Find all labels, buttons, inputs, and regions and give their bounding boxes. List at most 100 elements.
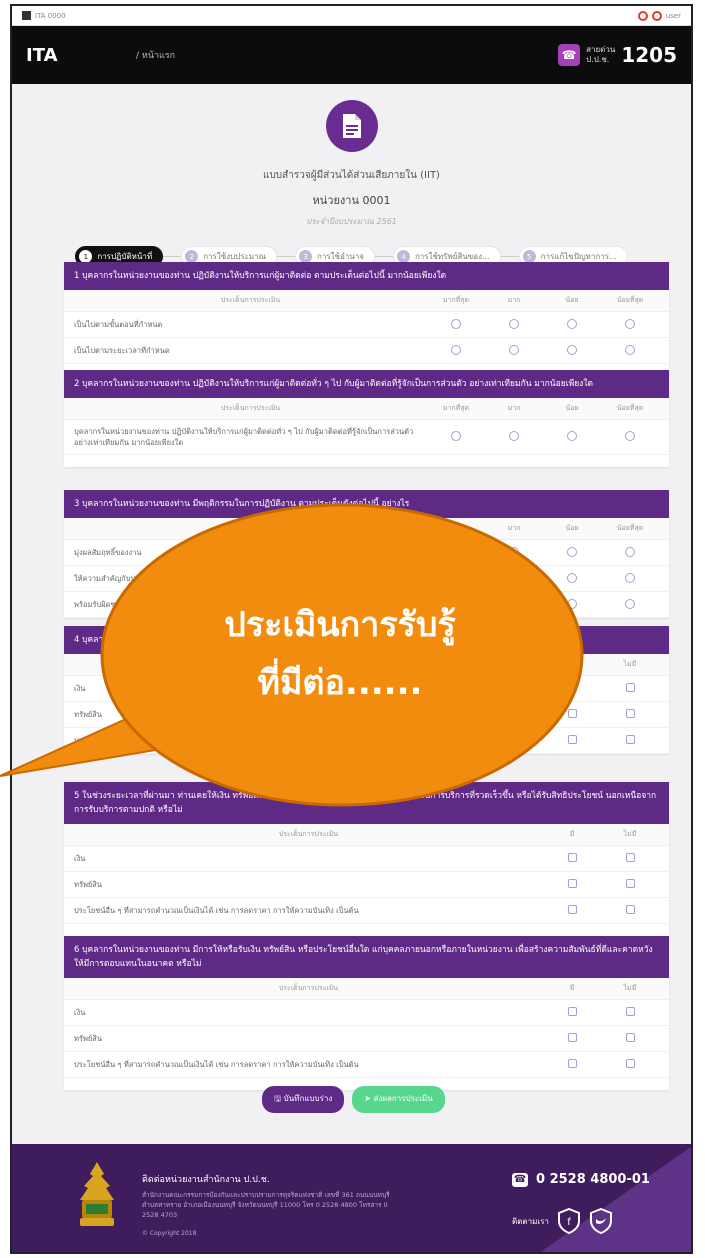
checkbox[interactable] bbox=[625, 879, 635, 888]
radio-button[interactable] bbox=[625, 598, 635, 609]
table-row: ทรัพย์สิน bbox=[64, 872, 669, 898]
checkbox[interactable] bbox=[625, 735, 635, 744]
radio-button[interactable] bbox=[451, 546, 461, 557]
column-header: ประเด็นการประเมิน มี ไม่มี bbox=[64, 824, 669, 846]
row-label: ประโยชน์อื่น bbox=[74, 736, 116, 745]
question-title: 1 บุคลากรในหน่วยงานของท่าน ปฏิบัติงานให้… bbox=[64, 262, 669, 290]
radio-button[interactable] bbox=[567, 344, 577, 355]
question-card-2: 2 บุคลากรในหน่วยงานของท่าน ปฏิบัติงานให้… bbox=[64, 370, 669, 467]
radio-button[interactable] bbox=[625, 344, 635, 355]
row-label: ให้ความสำคัญกับประชาชน bbox=[74, 574, 163, 583]
page-title: แบบสำรวจผู้มีส่วนได้ส่วนเสียภายใน (IIT) bbox=[263, 170, 440, 181]
radio-button[interactable] bbox=[509, 318, 519, 329]
callout-text: ประเมินการรับรู้ ที่มีต่อ...... bbox=[130, 596, 550, 712]
radio-button[interactable] bbox=[567, 431, 577, 441]
checkbox[interactable] bbox=[567, 735, 577, 744]
survey-header: แบบสำรวจผู้มีส่วนได้ส่วนเสียภายใน (IIT) … bbox=[12, 84, 691, 267]
document-icon bbox=[325, 100, 378, 152]
system-bar: ITA 0000 user bbox=[12, 6, 691, 26]
callout-line-1: ประเมินการรับรู้ bbox=[224, 605, 456, 645]
breadcrumb[interactable]: / หน้าแรก bbox=[136, 48, 175, 62]
radio-button[interactable] bbox=[451, 318, 461, 329]
hotline-label-2: ป.ป.ช. bbox=[586, 55, 610, 64]
checkbox[interactable] bbox=[625, 905, 635, 914]
notification-icon[interactable] bbox=[637, 10, 648, 21]
checkbox[interactable] bbox=[625, 1033, 635, 1042]
radio-button[interactable] bbox=[509, 546, 519, 557]
column-header: ประเด็นการประเมิน มากที่สุด มาก น้อย น้อ… bbox=[64, 398, 669, 420]
radio-button[interactable] bbox=[451, 431, 461, 441]
radio-button[interactable] bbox=[625, 572, 635, 583]
checkbox[interactable] bbox=[567, 905, 577, 914]
alert-icon[interactable] bbox=[651, 10, 662, 21]
app-logo-icon bbox=[22, 11, 31, 20]
system-bar-label: ITA 0000 bbox=[35, 11, 66, 20]
option-label: มาก bbox=[507, 296, 521, 304]
unit-label: หน่วยงาน 0001 bbox=[312, 194, 391, 207]
radio-button[interactable] bbox=[567, 572, 577, 583]
option-label: ไม่มี bbox=[623, 660, 637, 668]
social-links: ติดตามเรา f bbox=[512, 1208, 613, 1234]
checkbox[interactable] bbox=[567, 683, 577, 692]
radio-button[interactable] bbox=[567, 318, 577, 329]
checkbox[interactable] bbox=[625, 853, 635, 862]
radio-button[interactable] bbox=[567, 546, 577, 557]
submit-button[interactable]: ➤ ส่งผลการประเมิน bbox=[352, 1086, 445, 1113]
user-menu[interactable]: user bbox=[666, 12, 681, 20]
checkbox[interactable] bbox=[567, 1007, 577, 1016]
table-row: บุคลากรในหน่วยงานของท่าน ปฏิบัติงานให้บร… bbox=[64, 420, 669, 455]
checkbox[interactable] bbox=[567, 709, 577, 718]
question-title: 2 บุคลากรในหน่วยงานของท่าน ปฏิบัติงานให้… bbox=[64, 370, 669, 398]
row-label: ประโยชน์อื่น ๆ ที่สามารถคำนวณเป็นเงินได้… bbox=[74, 1060, 359, 1069]
brand-logo[interactable]: ITA bbox=[26, 45, 136, 66]
checkbox[interactable] bbox=[625, 709, 635, 718]
column-label: ประเด็นการประเมิน bbox=[220, 524, 281, 532]
checkbox[interactable] bbox=[567, 1033, 577, 1042]
fiscal-year: ประจำปีงบประมาณ 2561 bbox=[306, 217, 397, 226]
step-connector bbox=[500, 256, 519, 257]
row-label: เป็นไปตามระยะเวลาที่กำหนด bbox=[74, 346, 170, 355]
save-draft-label: บันทึกแบบร่าง bbox=[283, 1094, 333, 1103]
radio-button[interactable] bbox=[451, 572, 461, 583]
checkbox[interactable] bbox=[625, 1007, 635, 1016]
radio-button[interactable] bbox=[509, 344, 519, 355]
option-label: น้อยที่สุด bbox=[616, 524, 644, 532]
footer: ติดต่อหน่วยงานสำนักงาน ป.ป.ช. สำนักงานคณ… bbox=[12, 1144, 691, 1252]
radio-button[interactable] bbox=[567, 598, 577, 609]
hotline-label-1: สายด่วน bbox=[586, 45, 616, 54]
table-row: เงิน bbox=[64, 846, 669, 872]
top-navbar: ITA / หน้าแรก ☎ สายด่วน ป.ป.ช. 1205 bbox=[12, 26, 691, 84]
option-label: มากที่สุด bbox=[442, 524, 470, 532]
radio-button[interactable] bbox=[509, 572, 519, 583]
footer-title: ติดต่อหน่วยงานสำนักงาน ป.ป.ช. bbox=[142, 1175, 270, 1185]
table-row: ให้ความสำคัญกับประชาชน bbox=[64, 566, 669, 592]
row-label: ประโยชน์อื่น ๆ ที่สามารถคำนวณเป็นเงินได้… bbox=[74, 906, 359, 915]
svg-text:f: f bbox=[567, 1217, 571, 1228]
save-draft-button[interactable]: 🖫 บันทึกแบบร่าง bbox=[262, 1086, 345, 1113]
emblem-icon bbox=[80, 1162, 114, 1226]
hotline[interactable]: ☎ สายด่วน ป.ป.ช. 1205 bbox=[558, 43, 677, 67]
checkbox[interactable] bbox=[625, 1059, 635, 1068]
radio-button[interactable] bbox=[509, 431, 519, 441]
form-actions: 🖫 บันทึกแบบร่าง ➤ ส่งผลการประเมิน bbox=[12, 1086, 691, 1113]
hotline-label: สายด่วน ป.ป.ช. bbox=[586, 45, 615, 65]
twitter-icon[interactable] bbox=[589, 1208, 613, 1234]
checkbox[interactable] bbox=[625, 683, 635, 692]
facebook-icon[interactable]: f bbox=[557, 1208, 581, 1234]
phone-icon: ☎ bbox=[512, 1172, 528, 1187]
table-row: ทรัพย์สิน bbox=[64, 1026, 669, 1052]
question-card-5: 5 ในช่วงระยะเวลาที่ผ่านมา ท่านเคยให้เงิน… bbox=[64, 782, 669, 938]
row-label: เงิน bbox=[74, 854, 86, 863]
checkbox[interactable] bbox=[567, 1059, 577, 1068]
radio-button[interactable] bbox=[625, 546, 635, 557]
question-card-1: 1 บุคลากรในหน่วยงานของท่าน ปฏิบัติงานให้… bbox=[64, 262, 669, 378]
table-row: ประโยชน์อื่น ๆ ที่สามารถคำนวณเป็นเงินได้… bbox=[64, 898, 669, 924]
question-card-6: 6 บุคลากรในหน่วยงานของท่าน มีการให้หรือร… bbox=[64, 936, 669, 1090]
radio-button[interactable] bbox=[625, 431, 635, 441]
checkbox[interactable] bbox=[567, 853, 577, 862]
table-row: เงิน bbox=[64, 1000, 669, 1026]
checkbox[interactable] bbox=[567, 879, 577, 888]
radio-button[interactable] bbox=[451, 344, 461, 355]
row-label: มุ่งผลสัมฤทธิ์ของงาน bbox=[74, 548, 142, 557]
radio-button[interactable] bbox=[625, 318, 635, 329]
